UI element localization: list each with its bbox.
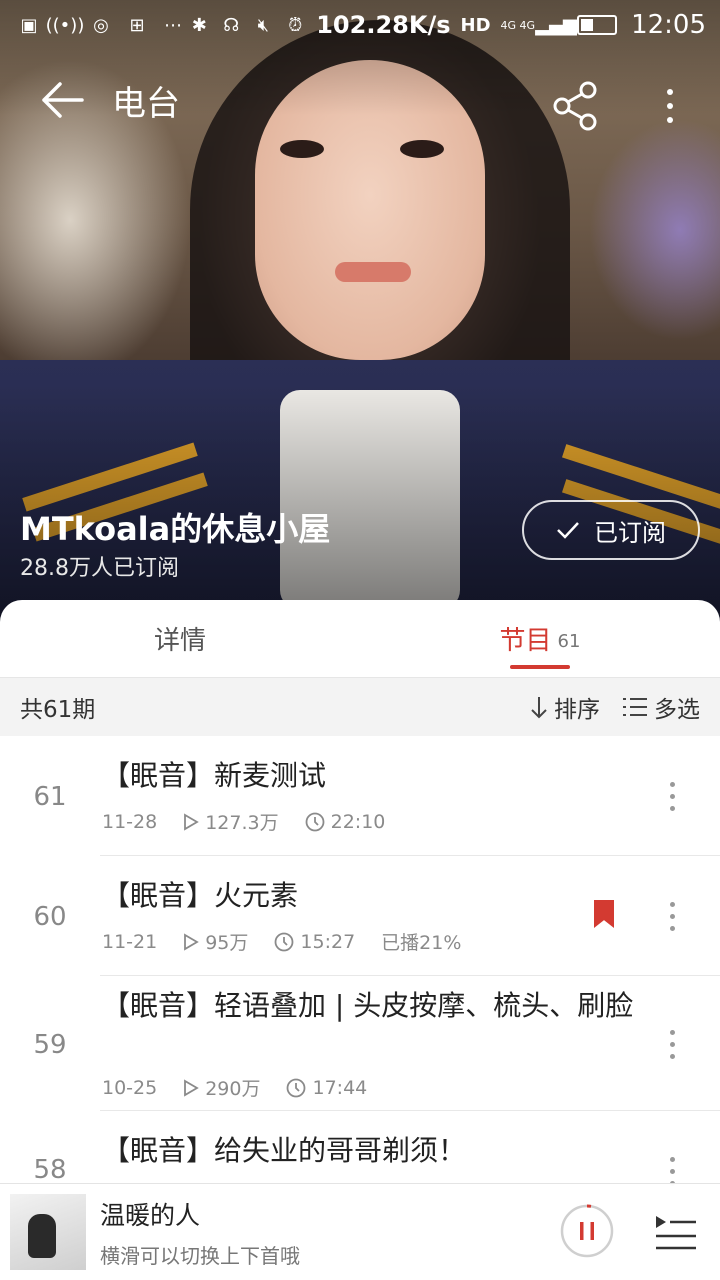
checkmark-icon (557, 522, 579, 539)
duration: 17:44 (312, 1076, 368, 1099)
play-count-icon (184, 932, 200, 951)
subscriber-count: 28.8万人已订阅 (20, 556, 179, 581)
episode-title: 【眠音】火元素 (102, 879, 299, 912)
episode-total: 共61期 (20, 697, 96, 723)
episode-number: 59 (33, 1030, 67, 1060)
network-speed: 102.28K/s (316, 11, 451, 39)
album-cover[interactable] (10, 1194, 86, 1270)
back-button[interactable] (22, 60, 102, 140)
tab-programs-count: 61 (557, 631, 581, 652)
active-tab-indicator (510, 665, 570, 669)
more-options-button[interactable] (650, 76, 690, 136)
list-select-icon (623, 698, 647, 716)
image-notification-icon: ▣ (20, 14, 38, 36)
episode-date: 11-21 (102, 930, 158, 953)
music-app-icon: ◎ (93, 14, 109, 36)
tab-bar: 详情 节目 61 (0, 600, 720, 678)
vertical-dots-icon (669, 781, 675, 787)
tab-details[interactable]: 详情 (0, 600, 360, 677)
episode-date: 10-25 (102, 1076, 158, 1099)
episode-meta: 11-28 127.3万 22:10 (102, 808, 401, 835)
episode-title: 【眠音】轻语叠加 | 头皮按摩、梳头、刷脸 (102, 989, 634, 1022)
list-item[interactable]: 60 【眠音】火元素 11-21 95万 15:27 已播21% (0, 856, 720, 976)
mute-icon: 🔇︎ (257, 14, 269, 36)
now-playing-title: 温暖的人 (100, 1200, 201, 1230)
play-count: 95万 (205, 932, 249, 954)
bluetooth-icon: ✱ (191, 14, 207, 36)
play-count-icon (184, 1078, 200, 1097)
episode-meta: 10-25 290万 17:44 (102, 1074, 383, 1101)
episode-date: 11-28 (102, 810, 158, 833)
hotspot-icon: ((•)) (45, 14, 85, 36)
play-count: 290万 (205, 1078, 261, 1100)
bookmark-icon[interactable] (594, 900, 614, 928)
sort-button[interactable]: 排序 (530, 690, 600, 724)
content-sheet: 详情 节目 61 共61期 排序 多选 61 【眠音】新麦测试 11-28 12… (0, 600, 720, 1280)
multi-select-label: 多选 (654, 697, 700, 723)
tab-programs-label: 节目 (499, 626, 552, 656)
back-arrow-icon (42, 82, 84, 118)
episode-menu-button[interactable] (660, 776, 684, 816)
list-item[interactable]: 61 【眠音】新麦测试 11-28 127.3万 22:10 (0, 736, 720, 856)
share-icon (553, 81, 597, 131)
subscribed-button[interactable]: 已订阅 (522, 500, 700, 560)
vertical-dots-icon (669, 1156, 675, 1162)
duration-icon (305, 812, 325, 831)
list-toolbar: 共61期 排序 多选 (0, 678, 720, 736)
play-count: 127.3万 (205, 812, 279, 834)
episode-number: 58 (33, 1155, 67, 1185)
episode-menu-button[interactable] (660, 896, 684, 936)
episode-number: 60 (33, 902, 67, 932)
status-bar: ▣ ((•)) ◎ ⊞ ⋯ ✱ ☊ 🔇︎ ⏰︎ 102.28K/s HD 4G … (0, 0, 720, 50)
mini-player[interactable]: 温暖的人 横滑可以切换上下首哦 (0, 1183, 720, 1280)
alarm-icon: ⏰︎ (288, 14, 303, 36)
swipe-hint: 横滑可以切换上下首哦 (100, 1243, 300, 1268)
channel-title: MTkoala的休息小屋 (20, 510, 331, 548)
pause-icon (560, 1204, 614, 1258)
apps-icon: ⊞ (129, 14, 145, 36)
sort-arrow-icon (531, 697, 547, 719)
more-dots-icon (667, 89, 673, 95)
top-navigation: 电台 (0, 50, 720, 150)
multi-select-button[interactable]: 多选 (622, 690, 700, 724)
episode-number: 61 (33, 782, 67, 812)
duration: 15:27 (300, 930, 356, 953)
episode-title: 【眠音】新麦测试 (102, 759, 327, 792)
playlist-button[interactable] (654, 1212, 698, 1252)
played-progress: 已播21% (381, 932, 462, 954)
duration-icon (287, 1078, 306, 1097)
duration-icon (275, 932, 294, 951)
playlist-icon (656, 1216, 696, 1250)
duration: 22:10 (330, 810, 386, 833)
sort-label: 排序 (554, 697, 600, 723)
signal-icon: ▂▄▆ (535, 14, 577, 36)
share-button[interactable] (550, 80, 602, 132)
pause-button[interactable] (560, 1204, 614, 1258)
episode-title: 【眠音】给失业的哥哥剃须！ (102, 1134, 467, 1167)
episode-meta: 11-21 95万 15:27 已播21% (102, 928, 477, 955)
tab-programs[interactable]: 节目 61 (360, 600, 720, 677)
list-item[interactable]: 59 【眠音】轻语叠加 | 头皮按摩、梳头、刷脸 10-25 290万 17:4… (0, 976, 720, 1111)
vertical-dots-icon (669, 1029, 675, 1035)
vertical-dots-icon (669, 901, 675, 907)
page-title: 电台 (112, 83, 180, 124)
tab-details-label: 详情 (153, 626, 206, 656)
more-notifications-icon: ⋯ (164, 14, 182, 36)
network-type: 4G 4G (500, 18, 536, 32)
battery-icon (577, 15, 618, 35)
subscribed-label: 已订阅 (594, 518, 666, 547)
clock: 12:05 (631, 10, 706, 40)
hd-indicator: HD (460, 14, 491, 36)
episode-menu-button[interactable] (660, 1024, 684, 1064)
headphones-icon: ☊ (223, 14, 240, 36)
play-count-icon (184, 812, 200, 831)
